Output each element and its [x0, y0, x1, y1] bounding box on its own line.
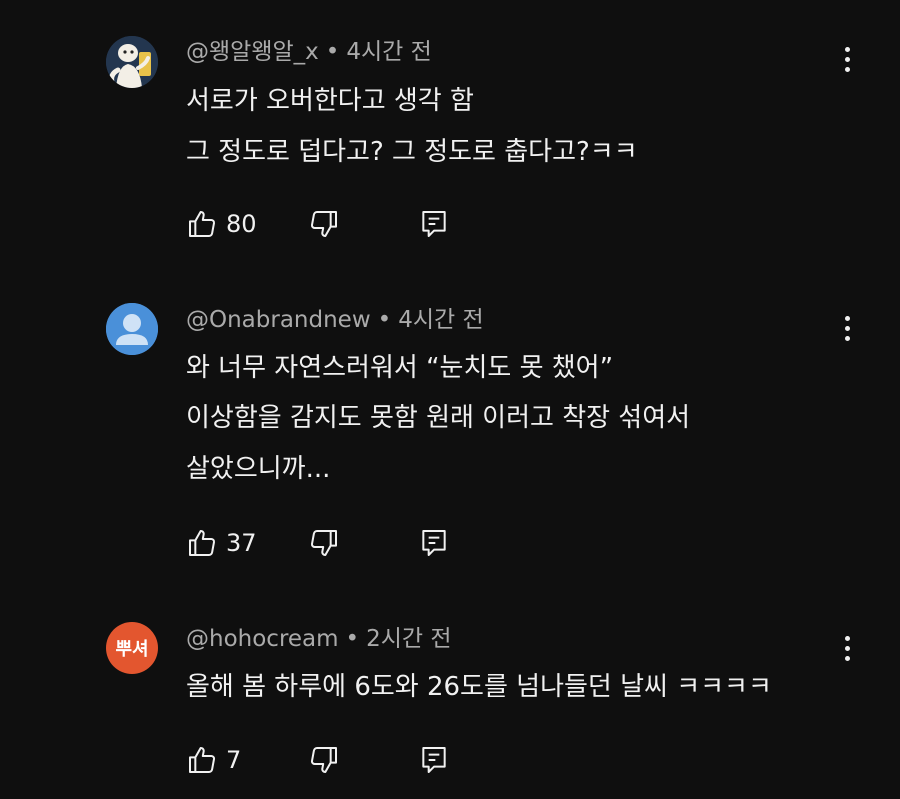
reply-icon: [422, 530, 446, 556]
more-dot: [844, 56, 850, 62]
thumbs-down-icon: [311, 211, 337, 237]
like-count: 37: [226, 529, 257, 557]
author-name[interactable]: @hohocream: [186, 626, 339, 652]
thumbs-up-icon: [189, 211, 215, 237]
separator: •: [377, 307, 392, 333]
thumbs-down-icon: [311, 747, 337, 773]
more-dot: [844, 335, 850, 341]
more-options-button[interactable]: [834, 631, 860, 665]
author-name[interactable]: @Onabrandnew: [186, 307, 371, 333]
author-name[interactable]: @왱알왱알_x: [186, 39, 319, 65]
reply-icon: [422, 211, 446, 237]
dislike-button[interactable]: [308, 743, 340, 777]
timestamp[interactable]: 2시간 전: [366, 626, 451, 652]
comment-text-line: 그 정도로 덥다고? 그 정도로 춥다고?ㅋㅋ: [186, 137, 638, 167]
more-dot: [844, 645, 850, 651]
like-count: 80: [226, 210, 257, 238]
more-vertical-icon: [844, 315, 850, 321]
cartoon-avatar-icon: [106, 36, 158, 88]
avatar[interactable]: 뿌셔: [106, 622, 158, 674]
reply-button[interactable]: [418, 743, 450, 777]
avatar[interactable]: [106, 303, 158, 355]
more-options-button[interactable]: [834, 311, 860, 345]
like-count: 7: [226, 746, 242, 774]
reply-button[interactable]: [418, 207, 450, 241]
more-dot: [844, 325, 850, 331]
thumbs-down-icon: [311, 530, 337, 556]
dislike-button[interactable]: [308, 526, 340, 560]
like-button[interactable]: 7: [186, 743, 241, 777]
separator: •: [345, 626, 360, 652]
more-dot: [844, 655, 850, 661]
more-options-button[interactable]: [834, 42, 860, 76]
comment-header: @hohocream • 2시간 전: [186, 624, 452, 654]
avatar[interactable]: [106, 36, 158, 88]
more-vertical-icon: [844, 635, 850, 641]
comment-text-line: 이상함을 감지도 못함 원래 이러고 착장 섞여서: [186, 403, 691, 433]
dislike-button[interactable]: [308, 207, 340, 241]
thumbs-up-icon: [189, 747, 215, 773]
timestamp[interactable]: 4시간 전: [398, 307, 483, 333]
timestamp[interactable]: 4시간 전: [346, 39, 431, 65]
comment-header: @Onabrandnew • 4시간 전: [186, 305, 484, 335]
like-button[interactable]: 37: [186, 526, 257, 560]
comment-text-line: 올해 봄 하루에 6도와 26도를 넘나들던 날씨 ㅋㅋㅋㅋ: [186, 672, 772, 702]
comment-text-line: 살았으니까...: [186, 454, 331, 484]
default-person-avatar-icon: [106, 303, 158, 355]
comment-text-line: 서로가 오버한다고 생각 함: [186, 86, 474, 116]
like-button[interactable]: 80: [186, 207, 257, 241]
separator: •: [325, 39, 340, 65]
comment-header: @왱알왱알_x • 4시간 전: [186, 37, 432, 67]
thumbs-up-icon: [189, 530, 215, 556]
reply-button[interactable]: [418, 526, 450, 560]
comment-text-line: 와 너무 자연스러워서 “눈치도 못 챘어”: [186, 353, 614, 383]
more-vertical-icon: [844, 46, 850, 52]
more-dot: [844, 66, 850, 72]
reply-icon: [422, 747, 446, 773]
avatar-initials: 뿌셔: [115, 639, 149, 660]
